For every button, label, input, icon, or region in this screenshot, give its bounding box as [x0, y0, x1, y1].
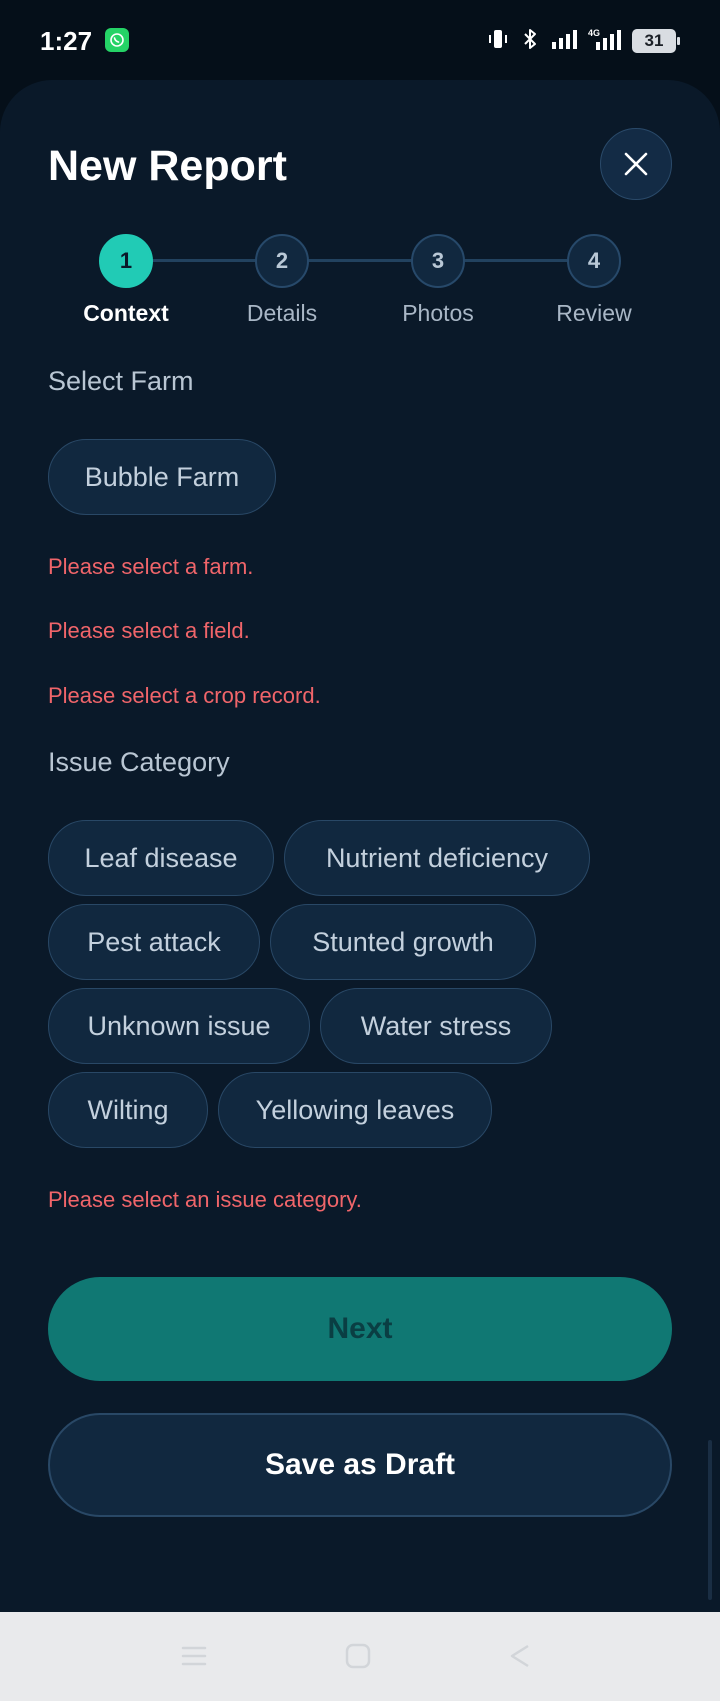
status-time: 1:27 [40, 26, 93, 56]
bluetooth-icon [520, 27, 540, 55]
issue-chip-nutrient-deficiency[interactable]: Nutrient deficiency [284, 820, 590, 896]
step-details[interactable]: 2 Details [222, 234, 342, 327]
step-number: 2 [255, 234, 309, 288]
issue-error: Please select an issue category. [48, 1187, 362, 1212]
step-label: Review [556, 300, 632, 326]
step-number: 3 [411, 234, 465, 288]
page-title: New Report [48, 142, 287, 190]
step-number: 1 [99, 234, 153, 288]
home-icon[interactable] [342, 1640, 374, 1672]
save-draft-button[interactable]: Save as Draft [48, 1413, 672, 1517]
step-label: Details [246, 300, 318, 326]
step-label: Photos [402, 300, 474, 326]
system-nav-bar [0, 1612, 720, 1701]
whatsapp-icon [105, 28, 129, 52]
close-icon [624, 152, 648, 176]
issue-chip-pest-attack[interactable]: Pest attack [48, 904, 260, 980]
issue-chip-leaf-disease[interactable]: Leaf disease [48, 820, 274, 896]
next-button[interactable]: Next [48, 1277, 672, 1381]
back-icon[interactable] [504, 1640, 536, 1672]
field-error: Please select a field. [48, 618, 250, 643]
step-photos[interactable]: 3 Photos [378, 234, 498, 327]
stepper-track [126, 259, 594, 262]
scrollbar[interactable] [708, 1440, 712, 1600]
issue-chip-yellowing-leaves[interactable]: Yellowing leaves [218, 1072, 492, 1148]
signal-4g-icon: 4G [588, 27, 622, 55]
vibrate-icon [486, 27, 510, 55]
svg-text:4G: 4G [588, 28, 600, 38]
issue-chip-water-stress[interactable]: Water stress [320, 988, 552, 1064]
step-context[interactable]: 1 Context [66, 234, 186, 327]
step-label: Context [83, 300, 169, 326]
farm-error: Please select a farm. [48, 554, 254, 579]
menu-icon[interactable] [178, 1640, 210, 1672]
step-number: 4 [567, 234, 621, 288]
crop-error: Please select a crop record. [48, 683, 321, 708]
signal-icon [550, 28, 578, 54]
issue-chip-unknown-issue[interactable]: Unknown issue [48, 988, 310, 1064]
close-button[interactable] [600, 128, 672, 200]
issue-category-label: Issue Category [48, 747, 230, 777]
select-farm-label: Select Farm [48, 366, 194, 396]
battery-icon: 31 [632, 29, 680, 53]
issue-chip-wilting[interactable]: Wilting [48, 1072, 208, 1148]
step-review[interactable]: 4 Review [534, 234, 654, 327]
report-sheet: New Report 1 Context 2 Details 3 Photos … [0, 80, 720, 1612]
farm-chip-bubble-farm[interactable]: Bubble Farm [48, 439, 276, 515]
issue-chip-stunted-growth[interactable]: Stunted growth [270, 904, 536, 980]
status-bar: 1:27 4G 31 [0, 0, 720, 80]
